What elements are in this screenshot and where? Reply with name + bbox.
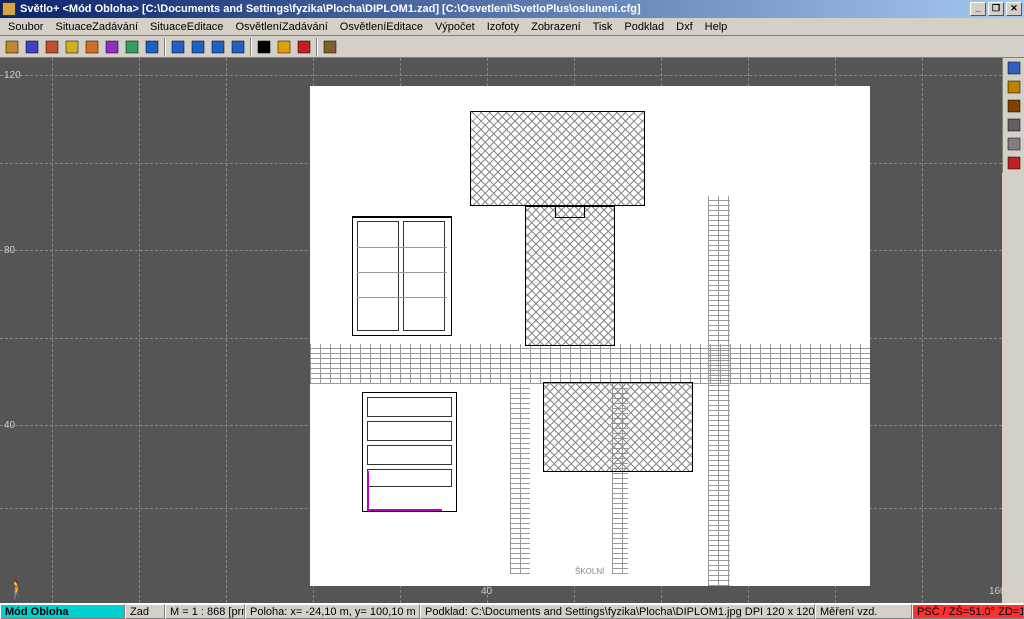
app-icon bbox=[2, 2, 16, 16]
stop-icon[interactable] bbox=[1005, 154, 1023, 172]
palette4-icon[interactable] bbox=[1005, 135, 1023, 153]
window-title: Světlo+ <Mód Obloha> [C:\Documents and S… bbox=[20, 3, 968, 15]
table-icon[interactable] bbox=[143, 38, 161, 56]
building-block-3 bbox=[543, 382, 693, 472]
status-mereni: Měření vzd. bbox=[815, 604, 912, 619]
status-bar: Mód Obloha Zad M = 1 : 868 [prn] Poloha:… bbox=[0, 603, 1024, 619]
road-vertical-right bbox=[708, 196, 730, 586]
maximize-button[interactable]: ❐ bbox=[988, 2, 1004, 16]
win1-icon[interactable] bbox=[169, 38, 187, 56]
save-icon[interactable] bbox=[23, 38, 41, 56]
close-button[interactable]: ✕ bbox=[1006, 2, 1022, 16]
minimize-button[interactable]: _ bbox=[970, 2, 986, 16]
zoom-extents-icon[interactable] bbox=[1005, 59, 1023, 77]
plan-text-label: ŠKOLNÍ bbox=[575, 567, 604, 576]
plan-sheet: ŠKOLNÍ bbox=[310, 86, 870, 586]
building-block-1 bbox=[470, 111, 645, 206]
menu-bar: SouborSituaceZadáváníSituaceEditaceOsvět… bbox=[0, 18, 1024, 36]
win2-icon[interactable] bbox=[189, 38, 207, 56]
menu-tisk[interactable]: Tisk bbox=[587, 20, 619, 34]
menu-osvětlenízadávání[interactable]: OsvětleníZadávání bbox=[229, 20, 333, 34]
menu-dxf[interactable]: Dxf bbox=[670, 20, 699, 34]
open-icon[interactable] bbox=[3, 38, 21, 56]
palette1-icon[interactable] bbox=[1005, 78, 1023, 96]
line-icon[interactable] bbox=[255, 38, 273, 56]
curve-icon[interactable] bbox=[321, 38, 339, 56]
menu-výpočet[interactable]: Výpočet bbox=[429, 20, 481, 34]
status-mode: Mód Obloha bbox=[0, 604, 125, 619]
axis-y-label: 40 bbox=[4, 420, 15, 431]
menu-osvětleníeditace[interactable]: OsvětleníEditace bbox=[334, 20, 429, 34]
palette3-icon[interactable] bbox=[1005, 116, 1023, 134]
toolbar-main bbox=[0, 36, 1024, 58]
menu-izofoty[interactable]: Izofoty bbox=[481, 20, 525, 34]
menu-situaceeditace[interactable]: SituaceEditace bbox=[144, 20, 229, 34]
menu-help[interactable]: Help bbox=[699, 20, 734, 34]
status-scale: M = 1 : 868 [prn] bbox=[165, 604, 245, 619]
road-vertical-mid bbox=[510, 384, 530, 574]
menu-soubor[interactable]: Soubor bbox=[2, 20, 49, 34]
print-icon[interactable] bbox=[43, 38, 61, 56]
layers-orange-icon[interactable] bbox=[83, 38, 101, 56]
observer-icon: 🚶 bbox=[6, 580, 28, 601]
axis-y-label: 120 bbox=[4, 70, 21, 81]
status-zad: Zad bbox=[125, 604, 165, 619]
drawing-canvas[interactable]: 120 80 40 40 160 bbox=[0, 58, 1002, 603]
axis-x-label: 40 bbox=[481, 586, 492, 597]
building-block-2 bbox=[525, 206, 615, 346]
title-bar: Světlo+ <Mód Obloha> [C:\Documents and S… bbox=[0, 0, 1024, 18]
small-plan-upper bbox=[352, 216, 452, 336]
chart-icon[interactable] bbox=[123, 38, 141, 56]
axis-x-label: 160 bbox=[989, 586, 1002, 597]
win3-icon[interactable] bbox=[209, 38, 227, 56]
axis-y-label: 80 bbox=[4, 245, 15, 256]
status-position: Poloha: x= -24,10 m, y= 100,10 m bbox=[245, 604, 420, 619]
small-plan-lower bbox=[362, 392, 457, 512]
selection-polyline-2 bbox=[390, 509, 442, 511]
menu-situacezadávání[interactable]: SituaceZadávání bbox=[49, 20, 144, 34]
wand-icon[interactable] bbox=[103, 38, 121, 56]
menu-zobrazení[interactable]: Zobrazení bbox=[525, 20, 587, 34]
layers-yellow-icon[interactable] bbox=[63, 38, 81, 56]
flag-icon[interactable] bbox=[295, 38, 313, 56]
building-block-4 bbox=[555, 206, 585, 218]
win4-icon[interactable] bbox=[229, 38, 247, 56]
menu-podklad[interactable]: Podklad bbox=[618, 20, 670, 34]
toolbar-side bbox=[1002, 58, 1024, 173]
status-podklad: Podklad: C:\Documents and Settings\fyzik… bbox=[420, 604, 815, 619]
status-sun: PSČ / ZŠ=51.0° ZD=14.5° bbox=[912, 604, 1024, 619]
sun-icon[interactable] bbox=[275, 38, 293, 56]
road-horizontal bbox=[310, 344, 870, 384]
palette2-icon[interactable] bbox=[1005, 97, 1023, 115]
selection-polyline bbox=[367, 471, 392, 511]
